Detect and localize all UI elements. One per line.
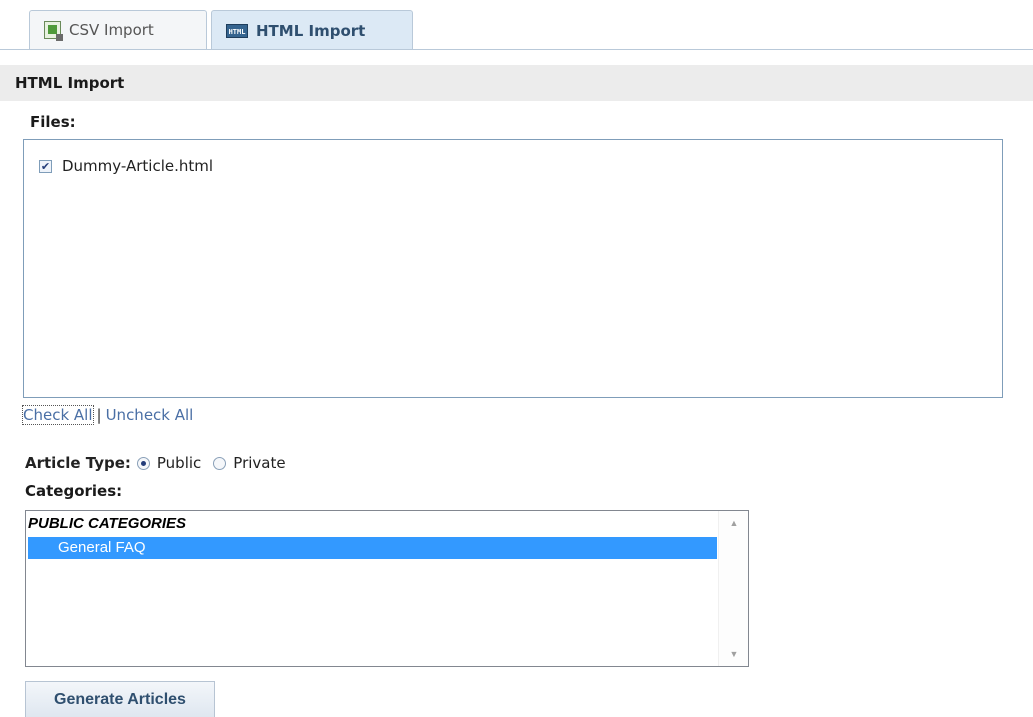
- scroll-up-icon[interactable]: ▲: [719, 515, 749, 531]
- public-radio-label[interactable]: Public: [157, 454, 201, 472]
- tab-label: CSV Import: [69, 21, 154, 39]
- html-file-icon: HTML: [226, 23, 248, 38]
- file-item[interactable]: ✔ Dummy-Article.html: [39, 157, 213, 175]
- files-list: ✔ Dummy-Article.html: [23, 139, 1003, 398]
- section-title: HTML Import: [0, 65, 1033, 101]
- private-radio-label[interactable]: Private: [233, 454, 285, 472]
- categories-listbox[interactable]: PUBLIC CATEGORIES General FAQ ▲ ▼: [25, 510, 749, 667]
- category-group-header: PUBLIC CATEGORIES: [28, 515, 187, 532]
- categories-label: Categories:: [25, 482, 123, 500]
- generate-articles-button[interactable]: Generate Articles: [25, 681, 215, 717]
- tab-csv-import[interactable]: CSV Import: [29, 10, 207, 49]
- check-all-link[interactable]: Check All: [22, 405, 94, 425]
- public-radio[interactable]: [136, 456, 150, 470]
- file-name: Dummy-Article.html: [62, 157, 214, 175]
- tab-bar: CSV Import HTML HTML Import: [0, 0, 1033, 50]
- uncheck-all-link[interactable]: Uncheck All: [106, 406, 194, 424]
- csv-file-icon: [44, 21, 63, 41]
- article-type-group: Article Type: Public Private: [25, 454, 298, 472]
- private-radio[interactable]: [213, 456, 227, 470]
- scroll-down-icon[interactable]: ▼: [719, 646, 749, 662]
- tab-html-import[interactable]: HTML HTML Import: [211, 10, 413, 50]
- article-type-label: Article Type:: [25, 454, 131, 472]
- files-label: Files:: [30, 113, 76, 131]
- check-links: Check All | Uncheck All: [22, 405, 194, 425]
- file-checkbox[interactable]: ✔: [39, 159, 52, 173]
- tab-label: HTML Import: [256, 21, 366, 40]
- link-separator: |: [96, 406, 102, 424]
- listbox-scrollbar[interactable]: ▲ ▼: [718, 511, 748, 666]
- category-option[interactable]: General FAQ: [28, 537, 717, 559]
- tab-divider: [0, 49, 1033, 50]
